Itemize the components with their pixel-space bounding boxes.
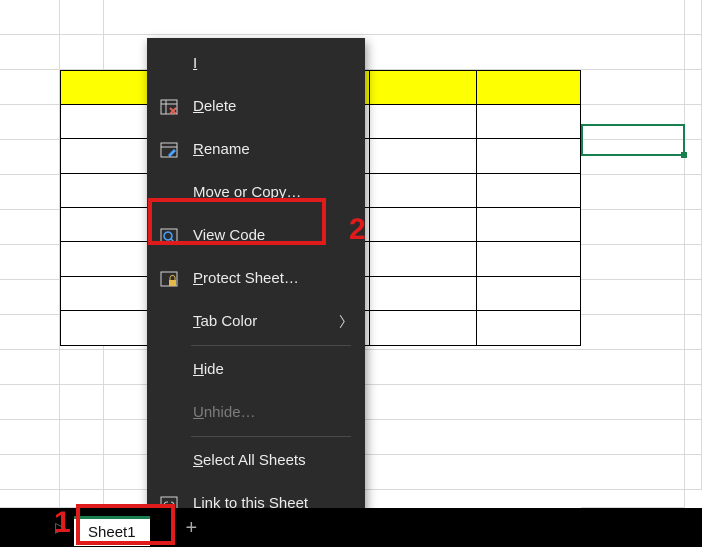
- menu-label: Protect Sheet…: [193, 270, 353, 287]
- table-cell[interactable]: [476, 241, 581, 277]
- table-cell[interactable]: [476, 173, 581, 208]
- chevron-right-icon: ▷: [55, 519, 66, 536]
- sheet-tab-sheet1[interactable]: Sheet1: [74, 516, 150, 546]
- chevron-right-icon: 〉: [339, 312, 353, 332]
- menu-label: Select All Sheets: [193, 452, 353, 469]
- table-cell[interactable]: [369, 173, 477, 208]
- menu-label: Tab Color: [193, 313, 339, 330]
- table-cell[interactable]: [476, 104, 581, 139]
- menu-item-delete[interactable]: Delete: [147, 85, 365, 128]
- menu-label: Hide: [193, 361, 353, 378]
- table-cell[interactable]: [476, 310, 581, 346]
- sheet-tab-context-menu: I Delete Rename Move or Copy… View Code: [147, 38, 365, 533]
- table-cell[interactable]: [476, 138, 581, 174]
- table-cell[interactable]: [369, 104, 477, 139]
- menu-item-protect-sheet[interactable]: Protect Sheet…: [147, 257, 365, 300]
- menu-item-unhide: Unhide…: [147, 391, 365, 434]
- menu-separator: [191, 345, 351, 346]
- table-cell[interactable]: [369, 241, 477, 277]
- sheet-tab-label: Sheet1: [88, 524, 136, 541]
- table-cell[interactable]: [369, 310, 477, 346]
- view-code-icon: [157, 228, 181, 244]
- rename-sheet-icon: [157, 142, 181, 158]
- menu-label: I: [193, 55, 353, 72]
- menu-label: Move or Copy…: [193, 184, 353, 201]
- add-sheet-button[interactable]: +: [186, 518, 198, 538]
- menu-item-view-code[interactable]: View Code: [147, 214, 365, 257]
- table-cell[interactable]: [369, 207, 477, 242]
- menu-label: Unhide…: [193, 404, 353, 421]
- delete-sheet-icon: [157, 99, 181, 115]
- plus-icon: +: [186, 517, 198, 539]
- table-cell[interactable]: [369, 138, 477, 174]
- worksheet-area[interactable]: I Delete Rename Move or Copy… View Code: [0, 0, 702, 547]
- table-cell[interactable]: [476, 276, 581, 311]
- menu-label: View Code: [193, 227, 353, 244]
- table-cell[interactable]: [476, 207, 581, 242]
- tab-scroll-area[interactable]: ▷: [0, 508, 74, 547]
- menu-label: Rename: [193, 141, 353, 158]
- menu-label: Delete: [193, 98, 353, 115]
- table-header-cell[interactable]: [476, 70, 581, 105]
- menu-item-hide[interactable]: Hide: [147, 348, 365, 391]
- menu-item-tab-color[interactable]: Tab Color 〉: [147, 300, 365, 343]
- sheet-tab-bar: ▷ Sheet1 +: [0, 508, 702, 547]
- menu-item-select-all-sheets[interactable]: Select All Sheets: [147, 439, 365, 482]
- protect-sheet-icon: [157, 271, 181, 287]
- menu-item-move-or-copy[interactable]: Move or Copy…: [147, 171, 365, 214]
- table-cell[interactable]: [369, 276, 477, 311]
- table-header-cell[interactable]: [369, 70, 477, 105]
- menu-item-rename[interactable]: Rename: [147, 128, 365, 171]
- menu-item-insert[interactable]: I: [147, 42, 365, 85]
- menu-separator: [191, 436, 351, 437]
